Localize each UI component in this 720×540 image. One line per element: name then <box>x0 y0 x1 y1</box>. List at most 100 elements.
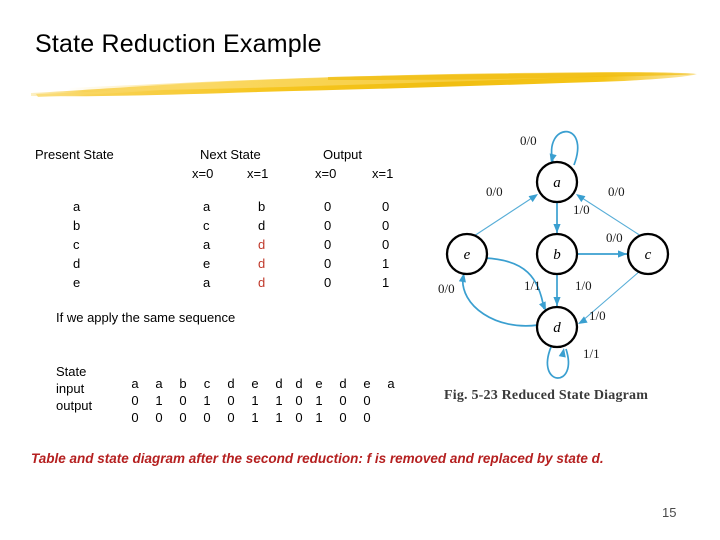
brush-stroke-divider <box>28 66 700 102</box>
sequence-cell-state: d <box>339 376 347 391</box>
sequence-cell-output: 0 <box>131 410 139 425</box>
cell-next_x0: e <box>203 256 211 271</box>
cell-out_x1: 0 <box>382 199 390 214</box>
diagram-arrowhead <box>558 348 566 358</box>
table-row: c a d 0 0 <box>35 237 425 256</box>
state-transition-table: Present State Next State Output x=0 x=1 … <box>35 147 425 294</box>
reduced-state-diagram: a e b c d 0/0 0/0 0/0 1/0 0/0 1/0 1/1 0/0 1/0 1/1 <box>428 118 706 386</box>
cell-present: b <box>73 218 81 233</box>
sequence-cell-output: 0 <box>227 410 235 425</box>
table-row: b c d 0 0 <box>35 218 425 237</box>
subheader-output-x1: x=1 <box>372 166 394 181</box>
sequence-cell-state: e <box>363 376 371 391</box>
cell-out_x0: 0 <box>324 218 332 233</box>
node-label: d <box>553 320 561 336</box>
sequence-cell-output: 0 <box>179 410 187 425</box>
sequence-cell-output: 0 <box>203 410 211 425</box>
table-row: a a b 0 0 <box>35 199 425 218</box>
subheader-next-x0: x=0 <box>192 166 214 181</box>
sequence-input-label: input <box>56 381 85 396</box>
cell-present: e <box>73 275 81 290</box>
cell-next_x0: a <box>203 275 211 290</box>
sequence-cell-output: 1 <box>251 410 259 425</box>
diagram-node-d: d <box>535 305 579 349</box>
cell-next_x1: d <box>258 275 266 290</box>
node-label: a <box>553 175 561 191</box>
diagram-node-e: e <box>445 232 489 276</box>
sequence-cell-output: 0 <box>363 410 371 425</box>
diagram-arrowhead <box>539 301 546 311</box>
cell-out_x0: 0 <box>324 237 332 252</box>
diagram-node-c: c <box>626 232 670 276</box>
diagram-edge-label: 1/1 <box>524 278 541 293</box>
diagram-arrowhead <box>528 194 538 203</box>
header-next-state: Next State <box>200 147 261 162</box>
cell-next_x0: a <box>203 237 211 252</box>
cell-present: c <box>73 237 80 252</box>
sequence-cell-output: 1 <box>275 410 283 425</box>
sequence-output-label: output <box>56 398 93 413</box>
cell-out_x0: 0 <box>324 256 332 271</box>
cell-out_x1: 0 <box>382 218 390 233</box>
bottom-note: Table and state diagram after the second… <box>31 451 604 466</box>
cell-next_x0: a <box>203 199 211 214</box>
cell-out_x1: 1 <box>382 256 390 271</box>
table-row: d e d 0 1 <box>35 256 425 275</box>
diagram-arrowhead <box>553 224 561 233</box>
page-title: State Reduction Example <box>35 30 322 58</box>
diagram-arrowhead <box>553 297 561 306</box>
cell-next_x0: c <box>203 218 210 233</box>
table-header-row: Present State Next State Output <box>35 147 425 166</box>
sequence-input-row: input 01010110100 <box>56 381 371 408</box>
diagram-edge-label: 1/0 <box>573 202 590 217</box>
sequence-cell-output: 0 <box>339 410 347 425</box>
table-body: aab00bcd00cad00ded01ead01 <box>35 199 425 294</box>
diagram-arrowhead <box>576 194 586 203</box>
diagram-arrowhead <box>618 250 627 258</box>
sequence-cell-output: 0 <box>295 410 303 425</box>
cell-out_x0: 0 <box>324 199 332 214</box>
table-subheader-row: x=0 x=1 x=0 x=1 <box>35 166 425 189</box>
cell-next_x1: d <box>258 256 266 271</box>
diagram-edge-label: 0/0 <box>606 230 623 245</box>
page-number: 15 <box>662 505 677 520</box>
diagram-edge-label: 0/0 <box>486 184 503 199</box>
sequence-cell-output: 1 <box>315 410 323 425</box>
diagram-edge <box>550 130 579 166</box>
diagram-edge-label: 1/1 <box>583 346 600 361</box>
subheader-next-x1: x=1 <box>247 166 269 181</box>
diagram-edge-label: 0/0 <box>438 281 455 296</box>
diagram-node-a: a <box>535 160 579 204</box>
sequence-state-label: State <box>56 364 87 379</box>
apply-sequence-text: If we apply the same sequence <box>56 310 236 325</box>
diagram-edge-label: 0/0 <box>608 184 625 199</box>
figure-caption: Fig. 5-23 Reduced State Diagram <box>444 388 649 403</box>
cell-present: a <box>73 199 81 214</box>
sequence-cell-output: 0 <box>155 410 163 425</box>
node-label: e <box>464 247 471 263</box>
diagram-edge-label: 0/0 <box>520 133 537 148</box>
diagram-edge <box>546 346 570 379</box>
node-label: c <box>645 247 652 263</box>
header-output: Output <box>323 147 363 162</box>
sequence-output-row: output 00000110100 <box>56 398 371 425</box>
diagram-edge-label: 1/0 <box>575 278 592 293</box>
table-row: e a d 0 1 <box>35 275 425 294</box>
cell-out_x1: 0 <box>382 237 390 252</box>
sequence-cell-input: 0 <box>363 393 371 408</box>
subheader-output-x0: x=0 <box>315 166 337 181</box>
cell-next_x1: d <box>258 218 266 233</box>
diagram-edge-label: 1/0 <box>589 308 606 323</box>
sequence-cell-state: a <box>387 376 395 391</box>
sequence-state-row: State aabcdeddedea <box>56 364 395 391</box>
cell-next_x1: d <box>258 237 266 252</box>
node-label: b <box>553 247 561 263</box>
slide-canvas: State Reduction Example Present State Ne… <box>0 0 720 540</box>
diagram-node-b: b <box>535 232 579 276</box>
sequence-trace-table: State aabcdeddedea input 01010110100 out… <box>56 364 395 425</box>
cell-present: d <box>73 256 81 271</box>
cell-out_x0: 0 <box>324 275 332 290</box>
cell-out_x1: 1 <box>382 275 390 290</box>
cell-next_x1: b <box>258 199 266 214</box>
diagram-edge <box>473 195 536 237</box>
